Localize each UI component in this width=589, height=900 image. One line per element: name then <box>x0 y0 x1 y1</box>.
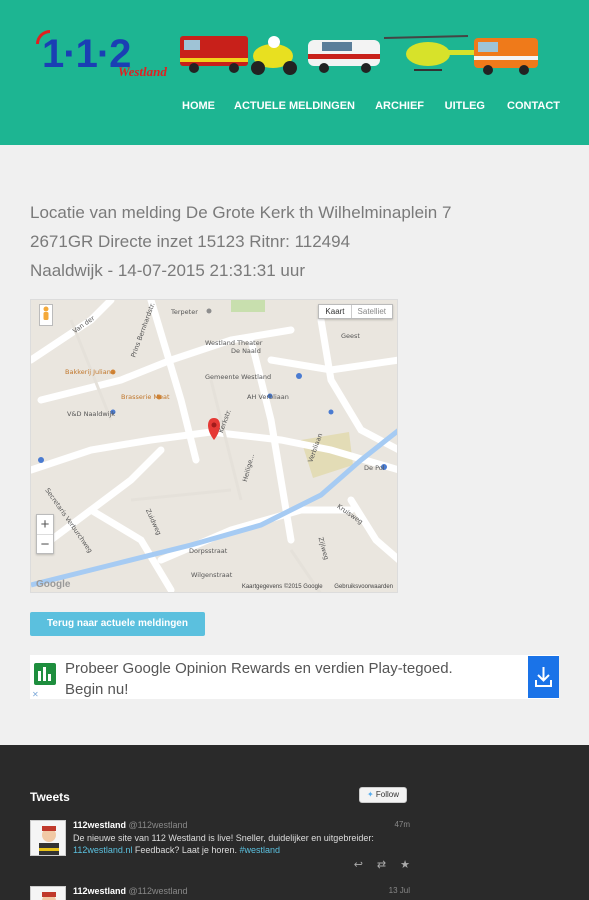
retweet-icon[interactable]: ⇄ <box>377 858 386 871</box>
tweet[interactable]: 112westland @112westland 13 Jul <box>30 886 410 900</box>
map-label-brasserie: Brasserie Meat <box>121 393 170 401</box>
map-label-theater: Westland Theater <box>205 339 263 347</box>
map-label-van-der: Van der <box>71 314 96 335</box>
avatar[interactable] <box>30 820 66 856</box>
map-label-ah: AH Verbliaan <box>247 393 289 401</box>
nav-contact[interactable]: CONTACT <box>507 100 560 112</box>
melding-title-line3: Naaldwijk - 14-07-2015 21:31:31 uur <box>30 261 306 280</box>
follow-label: Follow <box>375 790 400 799</box>
tweet-text: De nieuwe site van 112 Westland is live!… <box>73 833 374 855</box>
site-header: 1·1·2 Westland HOME ACTUELE MELDINGEN AR… <box>0 0 589 145</box>
melding-title-line1: Locatie van melding De Grote Kerk th Wil… <box>30 203 452 222</box>
favorite-icon[interactable]: ★ <box>400 858 410 871</box>
tweet-author[interactable]: 112westland @112westland <box>73 886 188 896</box>
map-label-zijlweg: Zijlweg <box>317 536 331 561</box>
zoom-control: + − <box>36 514 54 554</box>
ad-close-icon[interactable]: ✕ <box>32 690 39 699</box>
tweet-link[interactable]: 112westland.nl <box>73 845 132 855</box>
tweet-hashtag[interactable]: #westland <box>239 845 280 855</box>
nav-uitleg[interactable]: UITLEG <box>445 100 485 112</box>
main-content: Locatie van melding De Grote Kerk th Wil… <box>0 145 589 745</box>
pegman-icon[interactable] <box>39 304 53 326</box>
map-terms-link[interactable]: Gebruiksvoorwaarden <box>334 584 393 590</box>
nav-actuele-meldingen[interactable]: ACTUELE MELDINGEN <box>234 100 355 112</box>
twitter-bird-icon: ✦ <box>366 790 374 799</box>
ad-banner[interactable]: ✕ Probeer Google Opinion Rewards en verd… <box>30 655 559 699</box>
tweet-actions: ↩ ⇄ ★ <box>354 858 410 871</box>
map-label-prins: Prins Bernhardstr. <box>129 301 156 358</box>
map-attribution: Kaartgegevens ©2015 Google Gebruiksvoorw… <box>232 584 393 590</box>
tweet-time[interactable]: 47m <box>394 820 410 829</box>
tweet-time[interactable]: 13 Jul <box>389 886 410 895</box>
site-footer: Tweets ✦ Follow 112westland @112westland… <box>0 745 589 900</box>
reply-icon[interactable]: ↩ <box>354 858 363 871</box>
melding-title: Locatie van melding De Grote Kerk th Wil… <box>30 198 550 285</box>
nav-archief[interactable]: ARCHIEF <box>375 100 424 112</box>
avatar[interactable] <box>30 886 66 900</box>
map-type-kaart[interactable]: Kaart <box>319 305 350 318</box>
zoom-out-button[interactable]: − <box>37 534 53 553</box>
location-map[interactable]: Terpeter Westland Theater De Naald Gemee… <box>30 299 398 593</box>
map-type-control: Kaart Satelliet <box>318 304 393 319</box>
map-label-wilgenstraat: Wilgenstraat <box>191 571 233 579</box>
map-label-vd: V&D Naaldwijk <box>67 410 115 418</box>
melding-title-line2: 2671GR Directe inzet 15123 Ritnr: 112494 <box>30 232 351 251</box>
map-label-bakkerij: Bakkerij Juliana <box>65 368 115 376</box>
nav-home[interactable]: HOME <box>182 100 215 112</box>
back-to-meldingen-button[interactable]: Terug naar actuele meldingen <box>30 612 205 636</box>
map-label-terpeter: Terpeter <box>170 308 198 316</box>
map-type-satelliet[interactable]: Satelliet <box>350 305 392 318</box>
map-label-gemeente: Gemeente Westland <box>205 373 271 381</box>
site-logo[interactable]: 1·1·2 Westland <box>36 30 186 82</box>
map-label-heilige: Heilige... <box>241 453 256 483</box>
google-logo: Google <box>36 579 71 590</box>
follow-button[interactable]: ✦ Follow <box>359 787 407 803</box>
tweet[interactable]: 112westland @112westland 47m De nieuwe s… <box>30 820 410 880</box>
emergency-vehicles-banner <box>180 35 538 75</box>
map-label-de-pol: De Pol <box>364 464 385 472</box>
download-icon[interactable] <box>528 656 559 698</box>
map-label-de-naald: De Naald <box>231 347 261 355</box>
map-label-zuidweg: Zuidweg <box>144 508 163 537</box>
tweet-author[interactable]: 112westland @112westland <box>73 820 188 830</box>
ad-text[interactable]: Probeer Google Opinion Rewards en verdie… <box>65 658 495 700</box>
map-label-dorpsstraat: Dorpsstraat <box>189 547 228 555</box>
zoom-in-button[interactable]: + <box>37 515 53 534</box>
map-canvas[interactable]: Terpeter Westland Theater De Naald Gemee… <box>31 300 398 593</box>
opinion-rewards-icon <box>34 663 56 685</box>
tweets-title: Tweets <box>30 790 70 804</box>
map-data-credit: Kaartgegevens ©2015 Google <box>241 584 323 590</box>
logo-region: Westland <box>118 64 167 79</box>
map-label-geest: Geest <box>341 332 360 340</box>
